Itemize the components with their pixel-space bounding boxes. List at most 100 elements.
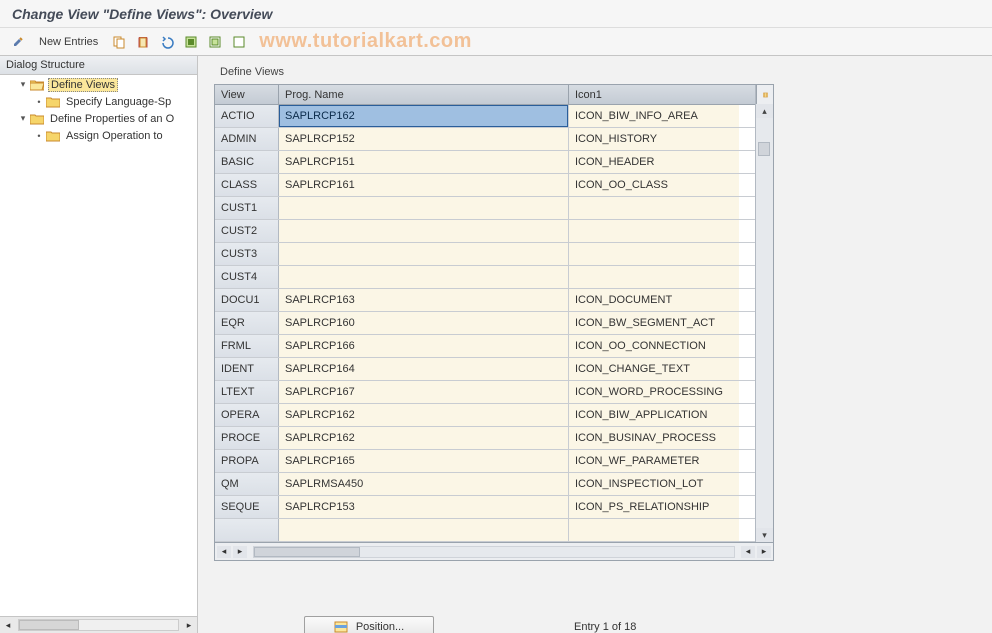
cell-view[interactable]: EQR: [215, 312, 279, 334]
table-row[interactable]: PROPASAPLRCP165ICON_WF_PARAMETER: [215, 450, 755, 473]
table-row[interactable]: QMSAPLRMSA450ICON_INSPECTION_LOT: [215, 473, 755, 496]
cell-view[interactable]: CUST4: [215, 266, 279, 288]
configure-columns-icon[interactable]: [756, 85, 774, 104]
cell-icon1[interactable]: [569, 243, 739, 265]
table-row[interactable]: ACTIOSAPLRCP162ICON_BIW_INFO_AREA: [215, 105, 755, 128]
grid-vscrollbar[interactable]: ▴ ▾: [755, 85, 773, 542]
grid-hscrollbar[interactable]: ◂ ▸ ◂ ▸: [214, 543, 774, 561]
cell-prog[interactable]: SAPLRCP153: [279, 496, 569, 518]
sidebar-hscrollbar[interactable]: ◂ ▸: [0, 616, 197, 633]
cell-icon1[interactable]: ICON_BUSINAV_PROCESS: [569, 427, 739, 449]
tree-node-define-views[interactable]: ▾ Define Views: [0, 76, 197, 93]
cell-prog[interactable]: SAPLRCP160: [279, 312, 569, 334]
cell-icon1[interactable]: ICON_INSPECTION_LOT: [569, 473, 739, 495]
dialog-structure-tree[interactable]: ▾ Define Views • Specify Language-Sp ▾: [0, 75, 197, 616]
position-button[interactable]: Position...: [304, 616, 434, 633]
col-header-icon1[interactable]: Icon1: [569, 85, 739, 104]
cell-prog[interactable]: SAPLRCP164: [279, 358, 569, 380]
cell-icon1[interactable]: ICON_CHANGE_TEXT: [569, 358, 739, 380]
table-row[interactable]: IDENTSAPLRCP164ICON_CHANGE_TEXT: [215, 358, 755, 381]
cell-view[interactable]: ACTIO: [215, 105, 279, 127]
grid-body[interactable]: ACTIOSAPLRCP162ICON_BIW_INFO_AREAADMINSA…: [215, 105, 755, 542]
table-row[interactable]: CUST4: [215, 266, 755, 289]
scroll-left-icon[interactable]: ◂: [217, 546, 231, 558]
cell-view[interactable]: CLASS: [215, 174, 279, 196]
table-row[interactable]: PROCESAPLRCP162ICON_BUSINAV_PROCESS: [215, 427, 755, 450]
cell-icon1[interactable]: ICON_HEADER: [569, 151, 739, 173]
tree-node-define-properties[interactable]: ▾ Define Properties of an O: [0, 110, 197, 127]
table-row[interactable]: CUST3: [215, 243, 755, 266]
cell-view[interactable]: PROCE: [215, 427, 279, 449]
table-row[interactable]: LTEXTSAPLRCP167ICON_WORD_PROCESSING: [215, 381, 755, 404]
table-row[interactable]: EQRSAPLRCP160ICON_BW_SEGMENT_ACT: [215, 312, 755, 335]
tree-node-assign-operation[interactable]: • Assign Operation to: [0, 127, 197, 144]
cell-icon1[interactable]: [569, 197, 739, 219]
scroll-down-icon[interactable]: ▾: [756, 528, 773, 542]
cell-prog[interactable]: SAPLRCP162: [279, 105, 569, 127]
table-row[interactable]: CUST1: [215, 197, 755, 220]
cell-view[interactable]: OPERA: [215, 404, 279, 426]
scroll-left-icon[interactable]: ◂: [741, 546, 755, 558]
cell-view[interactable]: [215, 519, 279, 541]
expand-icon[interactable]: ▾: [18, 114, 28, 124]
table-row[interactable]: OPERASAPLRCP162ICON_BIW_APPLICATION: [215, 404, 755, 427]
tree-node-specify-language[interactable]: • Specify Language-Sp: [0, 93, 197, 110]
expand-icon[interactable]: ▾: [18, 80, 28, 90]
deselect-all-icon[interactable]: [229, 32, 249, 52]
col-header-prog[interactable]: Prog. Name: [279, 85, 569, 104]
cell-prog[interactable]: SAPLRCP166: [279, 335, 569, 357]
scroll-up-icon[interactable]: ▴: [756, 104, 773, 118]
table-row[interactable]: FRMLSAPLRCP166ICON_OO_CONNECTION: [215, 335, 755, 358]
cell-icon1[interactable]: ICON_BIW_APPLICATION: [569, 404, 739, 426]
select-all-icon[interactable]: [181, 32, 201, 52]
cell-icon1[interactable]: ICON_OO_CONNECTION: [569, 335, 739, 357]
table-row[interactable]: SEQUESAPLRCP153ICON_PS_RELATIONSHIP: [215, 496, 755, 519]
scroll-thumb[interactable]: [254, 547, 360, 557]
select-block-icon[interactable]: [205, 32, 225, 52]
cell-prog[interactable]: [279, 243, 569, 265]
cell-view[interactable]: CUST1: [215, 197, 279, 219]
cell-icon1[interactable]: ICON_WORD_PROCESSING: [569, 381, 739, 403]
scroll-right-icon[interactable]: ▸: [183, 619, 195, 631]
cell-icon1[interactable]: ICON_PS_RELATIONSHIP: [569, 496, 739, 518]
cell-prog[interactable]: SAPLRCP161: [279, 174, 569, 196]
new-entries-button[interactable]: New Entries: [32, 32, 105, 52]
cell-view[interactable]: BASIC: [215, 151, 279, 173]
cell-view[interactable]: CUST3: [215, 243, 279, 265]
cell-view[interactable]: QM: [215, 473, 279, 495]
col-header-view[interactable]: View: [215, 85, 279, 104]
cell-icon1[interactable]: ICON_WF_PARAMETER: [569, 450, 739, 472]
scroll-track[interactable]: [253, 546, 735, 558]
cell-icon1[interactable]: [569, 220, 739, 242]
cell-view[interactable]: DOCU1: [215, 289, 279, 311]
cell-prog[interactable]: [279, 197, 569, 219]
cell-icon1[interactable]: [569, 266, 739, 288]
scroll-thumb[interactable]: [758, 142, 770, 156]
copy-as-icon[interactable]: [109, 32, 129, 52]
cell-view[interactable]: LTEXT: [215, 381, 279, 403]
cell-prog[interactable]: SAPLRCP162: [279, 404, 569, 426]
cell-prog[interactable]: SAPLRCP165: [279, 450, 569, 472]
cell-icon1[interactable]: ICON_BIW_INFO_AREA: [569, 105, 739, 127]
scroll-track[interactable]: [756, 118, 773, 528]
cell-icon1[interactable]: ICON_BW_SEGMENT_ACT: [569, 312, 739, 334]
table-row[interactable]: ADMINSAPLRCP152ICON_HISTORY: [215, 128, 755, 151]
table-row[interactable]: [215, 519, 755, 542]
scroll-track[interactable]: [18, 619, 179, 631]
cell-icon1[interactable]: [569, 519, 739, 541]
toggle-display-change-icon[interactable]: [8, 32, 28, 52]
scroll-left-icon[interactable]: ◂: [2, 619, 14, 631]
cell-icon1[interactable]: ICON_OO_CLASS: [569, 174, 739, 196]
cell-prog[interactable]: [279, 220, 569, 242]
table-row[interactable]: CUST2: [215, 220, 755, 243]
cell-icon1[interactable]: ICON_HISTORY: [569, 128, 739, 150]
cell-icon1[interactable]: ICON_DOCUMENT: [569, 289, 739, 311]
undo-icon[interactable]: [157, 32, 177, 52]
cell-prog[interactable]: SAPLRMSA450: [279, 473, 569, 495]
scroll-thumb[interactable]: [19, 620, 79, 630]
delete-icon[interactable]: [133, 32, 153, 52]
cell-prog[interactable]: SAPLRCP167: [279, 381, 569, 403]
cell-view[interactable]: FRML: [215, 335, 279, 357]
scroll-right-icon[interactable]: ▸: [757, 546, 771, 558]
cell-view[interactable]: SEQUE: [215, 496, 279, 518]
